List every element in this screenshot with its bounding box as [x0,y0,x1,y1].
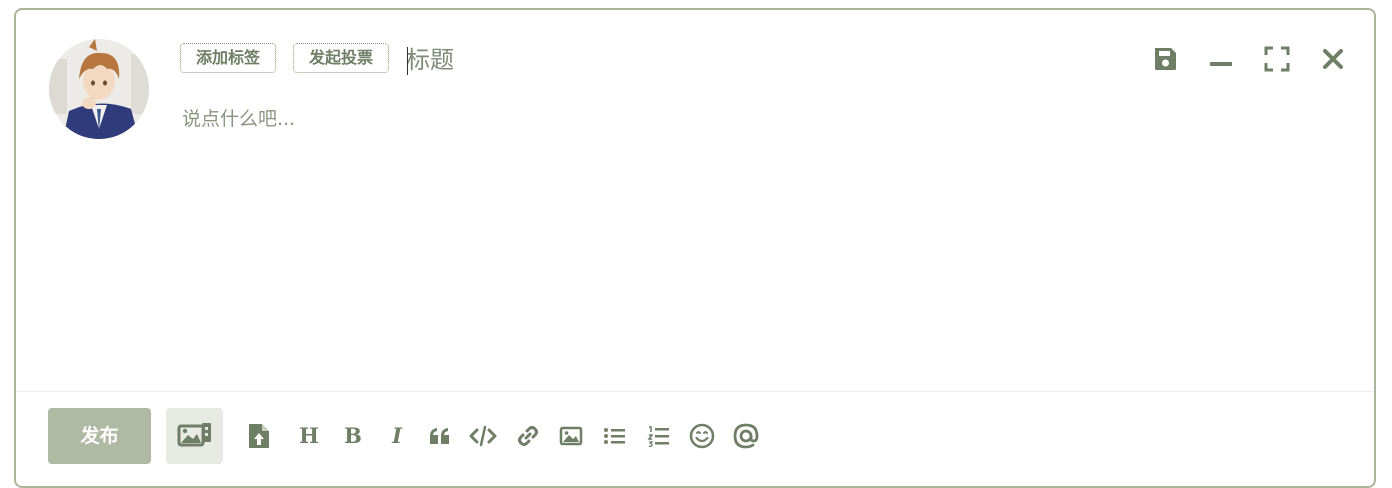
code-button[interactable] [469,422,497,450]
link-icon [518,426,538,446]
start-vote-button[interactable]: 发起投票 [293,43,389,73]
gallery-icon [177,423,211,447]
italic-button[interactable]: I [383,422,411,450]
close-icon [1323,49,1343,69]
close-button[interactable] [1319,45,1347,73]
text-caret [407,47,408,75]
fullscreen-button[interactable] [1263,45,1291,73]
image-icon [559,426,583,446]
heading-icon: H [299,423,319,448]
bold-button[interactable]: B [339,422,367,450]
save-draft-button[interactable] [1151,45,1179,73]
save-icon [1155,48,1176,70]
code-icon [469,425,497,447]
bullet-list-button[interactable] [601,422,629,450]
title-input[interactable] [406,43,1106,77]
quote-button[interactable] [426,422,454,450]
avatar [49,39,149,139]
body-textarea[interactable] [182,104,1332,354]
numbered-list-icon [647,426,669,448]
emoji-button[interactable] [688,422,716,450]
link-button[interactable] [514,422,542,450]
add-tag-button[interactable]: 添加标签 [180,43,276,73]
minimize-icon [1210,62,1232,66]
bullet-list-icon [604,428,625,444]
emoji-icon [689,423,715,449]
heading-button[interactable]: H [295,422,323,450]
numbered-list-button[interactable] [645,422,673,450]
quote-icon [430,428,449,444]
mention-button[interactable] [732,422,760,450]
insert-image-button[interactable] [557,422,585,450]
publish-button[interactable]: 发布 [48,408,151,464]
upload-file-button[interactable] [245,422,273,450]
fullscreen-icon [1264,46,1290,72]
post-editor-panel: 添加标签 发起投票 发布 [14,8,1376,488]
bold-icon: B [344,423,362,448]
mention-icon [733,423,759,449]
italic-icon: I [392,423,402,448]
toolbar-divider [16,391,1374,392]
insert-gallery-button[interactable] [166,408,223,464]
upload-file-icon [249,424,269,448]
avatar-image [49,39,149,139]
minimize-button[interactable] [1207,45,1235,73]
